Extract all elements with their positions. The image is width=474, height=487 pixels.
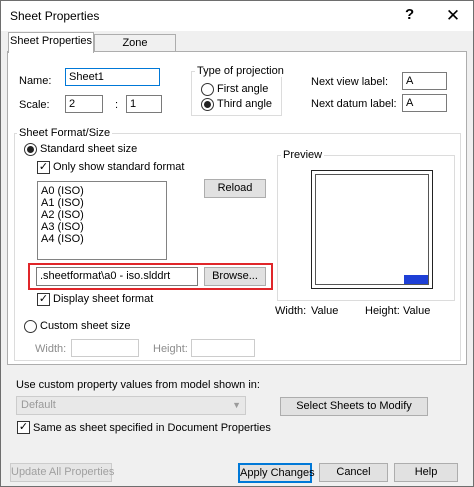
list-item[interactable]: A4 (ISO) xyxy=(38,233,166,245)
browse-button[interactable]: Browse... xyxy=(204,267,266,286)
window-title: Sheet Properties xyxy=(10,9,100,23)
list-item[interactable]: A0 (ISO) xyxy=(38,185,166,197)
preview-border xyxy=(315,174,429,285)
list-item[interactable]: A3 (ISO) xyxy=(38,221,166,233)
same-as-checkbox[interactable]: ✓ xyxy=(17,421,30,434)
custom-size-radio[interactable] xyxy=(24,320,37,333)
preview-width-value: Value xyxy=(311,305,339,317)
same-as-label: Same as sheet specified in Document Prop… xyxy=(33,422,271,434)
preview-height-label: Height: xyxy=(365,305,400,317)
name-label: Name: xyxy=(19,75,52,87)
third-angle-radio[interactable] xyxy=(201,98,214,111)
cancel-button[interactable]: Cancel xyxy=(319,463,388,482)
scale-separator: : xyxy=(115,99,119,111)
preview-width-label: Width: xyxy=(275,305,307,317)
close-icon[interactable]: ✕ xyxy=(438,3,468,29)
standard-size-label: Standard sheet size xyxy=(40,143,138,155)
preview-height-value: Value xyxy=(403,305,431,317)
preview-title-block xyxy=(404,275,428,284)
first-angle-radio[interactable] xyxy=(201,83,214,96)
third-angle-label: Third angle xyxy=(217,98,273,110)
reload-button[interactable]: Reload xyxy=(204,179,266,198)
list-item[interactable]: A2 (ISO) xyxy=(38,209,166,221)
preview-label: Preview xyxy=(281,149,325,161)
custom-height-input[interactable] xyxy=(191,339,255,357)
custom-property-label: Use custom property values from model sh… xyxy=(16,379,260,391)
list-item[interactable]: A1 (ISO) xyxy=(38,197,166,209)
sheet-format-group-label: Sheet Format/Size xyxy=(17,127,113,139)
scale-denominator-input[interactable]: 1 xyxy=(126,95,162,113)
only-standard-label: Only show standard format xyxy=(53,161,185,173)
model-combo[interactable]: Default ▼ xyxy=(16,396,246,415)
next-datum-label: Next datum label: xyxy=(311,98,397,110)
custom-width-label: Width: xyxy=(35,343,67,355)
custom-size-label: Custom sheet size xyxy=(40,320,131,332)
next-view-label: Next view label: xyxy=(311,76,389,88)
custom-height-label: Height: xyxy=(153,343,188,355)
update-all-button[interactable]: Update All Properties xyxy=(10,463,114,482)
help-icon[interactable]: ? xyxy=(405,6,414,23)
chevron-down-icon: ▼ xyxy=(232,400,241,410)
sheet-size-list[interactable]: A0 (ISO) A1 (ISO) A2 (ISO) A3 (ISO) A4 (… xyxy=(37,181,167,260)
first-angle-label: First angle xyxy=(217,83,269,95)
custom-width-input[interactable] xyxy=(71,339,139,357)
sheet-properties-dialog: Sheet Properties ? ✕ Sheet Properties Zo… xyxy=(0,0,474,487)
tab-sheet-properties[interactable]: Sheet Properties xyxy=(8,32,94,53)
format-path-input[interactable]: .sheetformat\a0 - iso.slddrt xyxy=(36,267,198,286)
scale-numerator-input[interactable]: 2 xyxy=(65,95,103,113)
sheet-preview xyxy=(311,170,433,289)
standard-size-radio[interactable] xyxy=(24,143,37,156)
projection-group-label: Type of projection xyxy=(195,65,286,77)
next-view-input[interactable]: A xyxy=(402,72,447,90)
title-bar: Sheet Properties ? ✕ xyxy=(1,1,473,31)
scale-label: Scale: xyxy=(19,99,50,111)
sheet-name-input[interactable]: Sheet1 xyxy=(65,68,160,86)
next-datum-input[interactable]: A xyxy=(402,94,447,112)
help-button[interactable]: Help xyxy=(394,463,458,482)
select-sheets-button[interactable]: Select Sheets to Modify xyxy=(280,397,428,416)
model-combo-value: Default xyxy=(21,399,56,411)
only-standard-checkbox[interactable]: ✓ xyxy=(37,161,50,174)
apply-changes-button[interactable]: Apply Changes xyxy=(238,463,315,483)
display-format-label: Display sheet format xyxy=(53,293,154,305)
display-format-checkbox[interactable]: ✓ xyxy=(37,293,50,306)
